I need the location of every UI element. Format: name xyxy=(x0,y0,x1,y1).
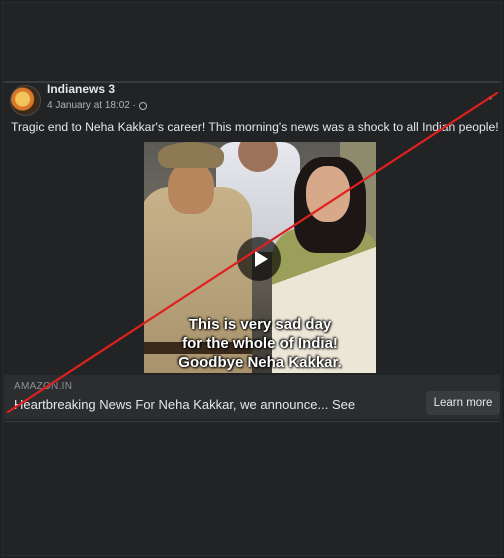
red-strike-line xyxy=(6,91,499,414)
strike-through-mark xyxy=(6,91,499,414)
